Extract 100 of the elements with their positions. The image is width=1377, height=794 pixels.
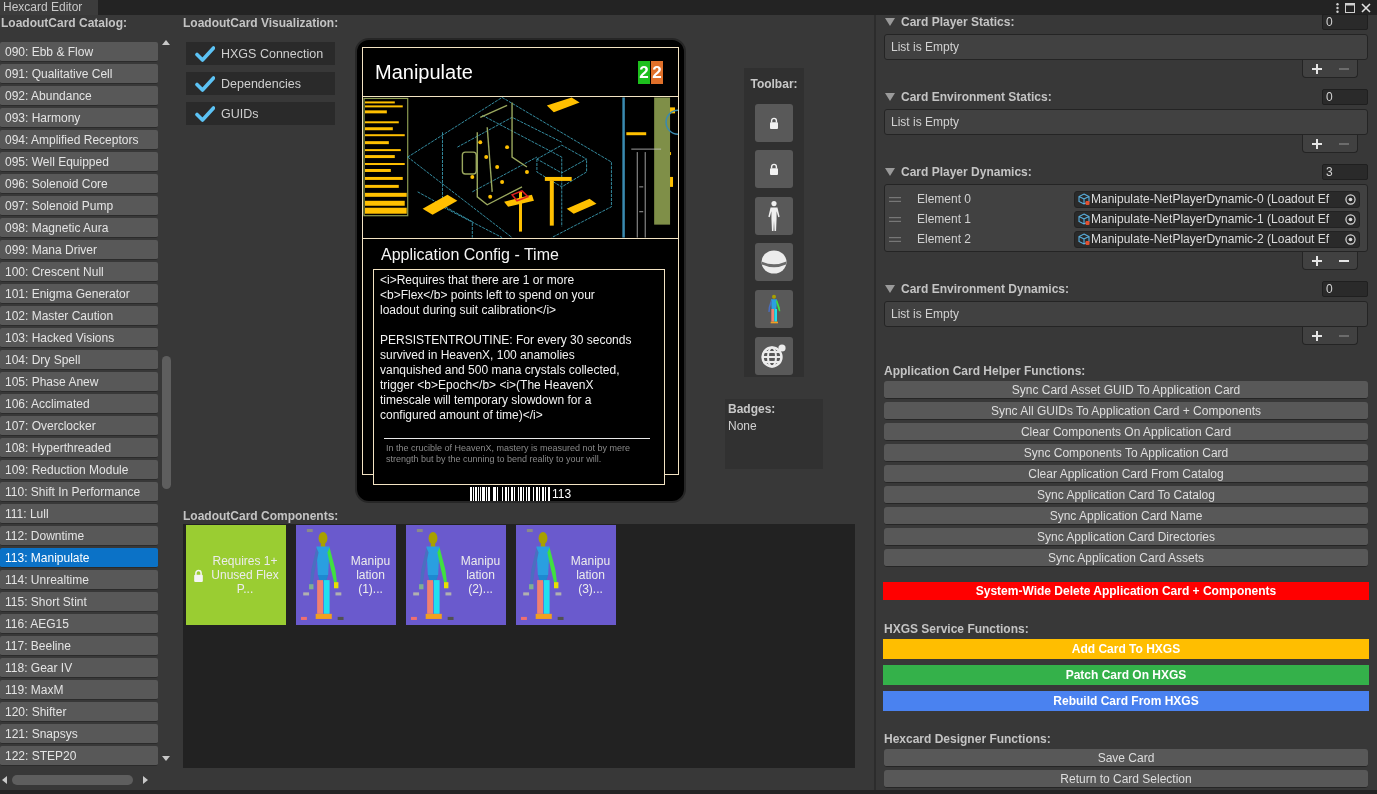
catalog-item[interactable]: 119: MaxM	[0, 680, 158, 700]
card-title: Manipulate	[375, 60, 474, 84]
object-field[interactable]: Manipulate-NetPlayerDynamic-1 (Loadout Ef	[1074, 210, 1360, 228]
plus-icon	[1311, 138, 1322, 149]
count-field[interactable]: 0	[1322, 281, 1368, 297]
catalog-item[interactable]: 116: AEG15	[0, 614, 158, 634]
component-tile[interactable]: Manipu lation (2)...	[406, 525, 506, 625]
catalog-item[interactable]: 095: Well Equipped	[0, 152, 158, 172]
section-title: Hexcard Designer Functions:	[884, 732, 1052, 746]
maximize-icon[interactable]	[1345, 2, 1355, 13]
catalog-item[interactable]: 112: Downtime	[0, 526, 158, 546]
caret-icon[interactable]	[885, 284, 895, 294]
lock-icon	[769, 163, 779, 176]
plus-icon	[1311, 63, 1322, 74]
object-field[interactable]: Manipulate-NetPlayerDynamic-0 (Loadout Ef	[1074, 190, 1360, 208]
catalog-item[interactable]: 105: Phase Anew	[0, 372, 158, 392]
catalog-item[interactable]: 093: Harmony	[0, 108, 158, 128]
scrollbar-thumb[interactable]	[161, 356, 171, 489]
drag-handle-icon[interactable]	[889, 236, 901, 242]
catalog-item[interactable]: 108: Hyperthreaded	[0, 438, 158, 458]
drag-handle-icon[interactable]	[889, 216, 901, 222]
catalog-item[interactable]: 103: Hacked Visions	[0, 328, 158, 348]
service-button[interactable]: Rebuild Card From HXGS	[883, 691, 1369, 711]
catalog-item[interactable]: 118: Gear IV	[0, 658, 158, 678]
person-silhouette-icon	[768, 199, 780, 232]
close-icon[interactable]	[1361, 2, 1371, 13]
catalog-item[interactable]: 100: Crescent Null	[0, 262, 158, 282]
catalog-item[interactable]: 091: Qualitative Cell	[0, 64, 158, 84]
catalog-item[interactable]: 115: Short Stint	[0, 592, 158, 612]
globe-button[interactable]	[755, 336, 793, 375]
delete-button[interactable]: System-Wide Delete Application Card + Components	[883, 582, 1369, 600]
target-icon[interactable]	[1345, 193, 1356, 205]
empty-list-text: List is Empty	[891, 114, 960, 130]
scroll-up-icon[interactable]	[162, 40, 170, 45]
catalog-item[interactable]: 110: Shift In Performance	[0, 482, 158, 502]
sphere-icon	[761, 250, 787, 275]
caret-icon[interactable]	[885, 92, 895, 102]
action-button[interactable]: Return to Card Selection	[884, 770, 1368, 788]
object-field[interactable]: Manipulate-NetPlayerDynamic-2 (Loadout Ef	[1074, 230, 1360, 248]
catalog-item[interactable]: 102: Master Caution	[0, 306, 158, 326]
count-field[interactable]: 0	[1322, 89, 1368, 105]
catalog-item[interactable]: 092: Abundance	[0, 86, 158, 106]
figure-icon	[411, 529, 455, 621]
catalog-item[interactable]: 094: Amplified Receptors	[0, 130, 158, 150]
action-button[interactable]: Sync Card Asset GUID To Application Card	[884, 381, 1368, 399]
count-field[interactable]: 0	[1322, 14, 1368, 30]
catalog-item[interactable]: 090: Ebb & Flow	[0, 42, 158, 62]
catalog-item[interactable]: 121: Snapsys	[0, 724, 158, 744]
vertical-dots-icon[interactable]	[1336, 2, 1339, 13]
catalog-item[interactable]: 114: Unrealtime	[0, 570, 158, 590]
catalog-item[interactable]: 111: Lull	[0, 504, 158, 524]
catalog-item[interactable]: 117: Beeline	[0, 636, 158, 656]
editor-tab[interactable]: Hexcard Editor	[0, 0, 98, 15]
caret-icon[interactable]	[885, 167, 895, 177]
action-button[interactable]: Sync Application Card To Catalog	[884, 486, 1368, 504]
scroll-right-icon[interactable]	[143, 776, 148, 784]
cost-badge: 2	[651, 60, 663, 84]
catalog-item[interactable]: 122: STEP20	[0, 746, 158, 766]
empty-list-text: List is Empty	[891, 306, 960, 322]
toggle-button[interactable]: Dependencies	[186, 72, 335, 95]
catalog-item[interactable]: 096: Solenoid Core	[0, 174, 158, 194]
caret-icon[interactable]	[885, 17, 895, 27]
lock-button[interactable]	[755, 150, 793, 189]
catalog-item[interactable]: 107: Overclocker	[0, 416, 158, 436]
catalog-item[interactable]: 101: Enigma Generator	[0, 284, 158, 304]
catalog-item[interactable]: 099: Mana Driver	[0, 240, 158, 260]
figure-button[interactable]	[755, 289, 793, 328]
catalog-item[interactable]: 106: Acclimated	[0, 394, 158, 414]
catalog-item[interactable]: 113: Manipulate	[0, 548, 158, 568]
action-button[interactable]: Sync Application Card Assets	[884, 549, 1368, 567]
component-tile[interactable]: Manipu lation (1)...	[296, 525, 396, 625]
scroll-left-icon[interactable]	[2, 776, 7, 784]
toolbar-title: Toolbar:	[750, 76, 798, 92]
catalog-item[interactable]: 120: Shifter	[0, 702, 158, 722]
action-button[interactable]: Sync All GUIDs To Application Card + Components	[884, 402, 1368, 420]
element-label: Element 0	[917, 192, 973, 206]
catalog-item[interactable]: 109: Reduction Module	[0, 460, 158, 480]
catalog-item[interactable]: 097: Solenoid Pump	[0, 196, 158, 216]
cube-icon	[1078, 233, 1090, 245]
drag-handle-icon[interactable]	[889, 196, 901, 202]
catalog-item[interactable]: 098: Magnetic Aura	[0, 218, 158, 238]
action-button[interactable]: Save Card	[884, 749, 1368, 767]
toggle-button[interactable]: HXGS Connection	[186, 42, 335, 65]
scrollbar-thumb[interactable]	[12, 775, 133, 785]
person-button[interactable]	[755, 196, 793, 235]
action-button[interactable]: Clear Components On Application Card	[884, 423, 1368, 441]
action-button[interactable]: Clear Application Card From Catalog	[884, 465, 1368, 483]
catalog-item[interactable]: 104: Dry Spell	[0, 350, 158, 370]
card-number: 113	[551, 487, 572, 501]
action-button[interactable]: Sync Components To Application Card	[884, 444, 1368, 462]
scroll-down-icon[interactable]	[162, 756, 170, 761]
count-field[interactable]: 3	[1322, 164, 1368, 180]
lock-button[interactable]	[755, 103, 793, 142]
target-icon[interactable]	[1345, 233, 1356, 245]
sphere-button[interactable]	[755, 243, 793, 282]
target-icon[interactable]	[1345, 213, 1356, 225]
toggle-button[interactable]: GUIDs	[186, 102, 335, 125]
action-button[interactable]: Sync Application Card Name	[884, 507, 1368, 525]
action-button[interactable]: Sync Application Card Directories	[884, 528, 1368, 546]
component-tile[interactable]: Manipu lation (3)...	[516, 525, 616, 625]
